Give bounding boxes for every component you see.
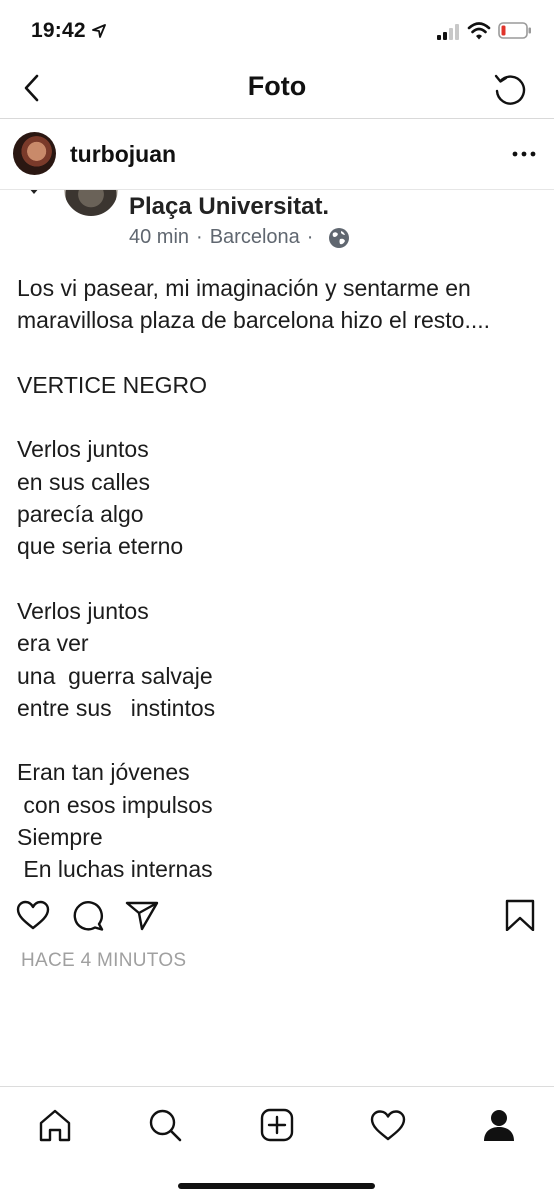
home-icon[interactable]	[37, 1107, 73, 1143]
wifi-icon	[467, 22, 491, 40]
navigation-bar: Foto	[0, 62, 554, 119]
place-name: Plaça Universitat.	[129, 193, 330, 220]
home-indicator	[178, 1183, 375, 1189]
status-time: 19:42	[31, 19, 86, 42]
comment-icon[interactable]	[71, 899, 105, 931]
post-header: turbojuan	[0, 120, 554, 190]
search-icon[interactable]	[147, 1107, 183, 1143]
refresh-icon[interactable]	[492, 71, 528, 107]
battery-low-icon	[498, 22, 531, 39]
time-ago: 40 min	[129, 226, 190, 248]
profile-icon[interactable]	[481, 1107, 517, 1143]
globe-icon	[329, 227, 350, 248]
heart-icon[interactable]	[16, 899, 50, 931]
signal-icon	[437, 24, 459, 40]
bookmark-icon[interactable]	[503, 899, 537, 931]
photo-avatar	[64, 190, 118, 216]
location-arrow-icon	[92, 24, 106, 38]
city: Barcelona	[209, 226, 300, 248]
page-title: Foto	[247, 71, 307, 101]
back-arrow-icon	[30, 190, 38, 194]
action-row	[0, 895, 554, 935]
meta-separator: ·	[196, 226, 203, 248]
share-icon[interactable]	[125, 899, 159, 931]
post-text: Los vi pasear, mi imaginación y sentarme…	[17, 275, 491, 883]
post-photo: Plaça Universitat. 40 min · Barcelona · …	[0, 190, 554, 890]
place-meta: 40 min · Barcelona ·	[129, 226, 350, 249]
new-post-icon[interactable]	[259, 1107, 295, 1143]
status-bar: 19:42	[0, 0, 554, 62]
avatar[interactable]	[13, 132, 56, 175]
username[interactable]: turbojuan	[70, 141, 176, 168]
tab-bar	[0, 1086, 554, 1200]
meta-separator: ·	[306, 226, 314, 248]
post-timestamp: HACE 4 MINUTOS	[21, 950, 187, 971]
more-horizontal-icon[interactable]	[512, 150, 536, 158]
activity-icon[interactable]	[370, 1107, 406, 1143]
